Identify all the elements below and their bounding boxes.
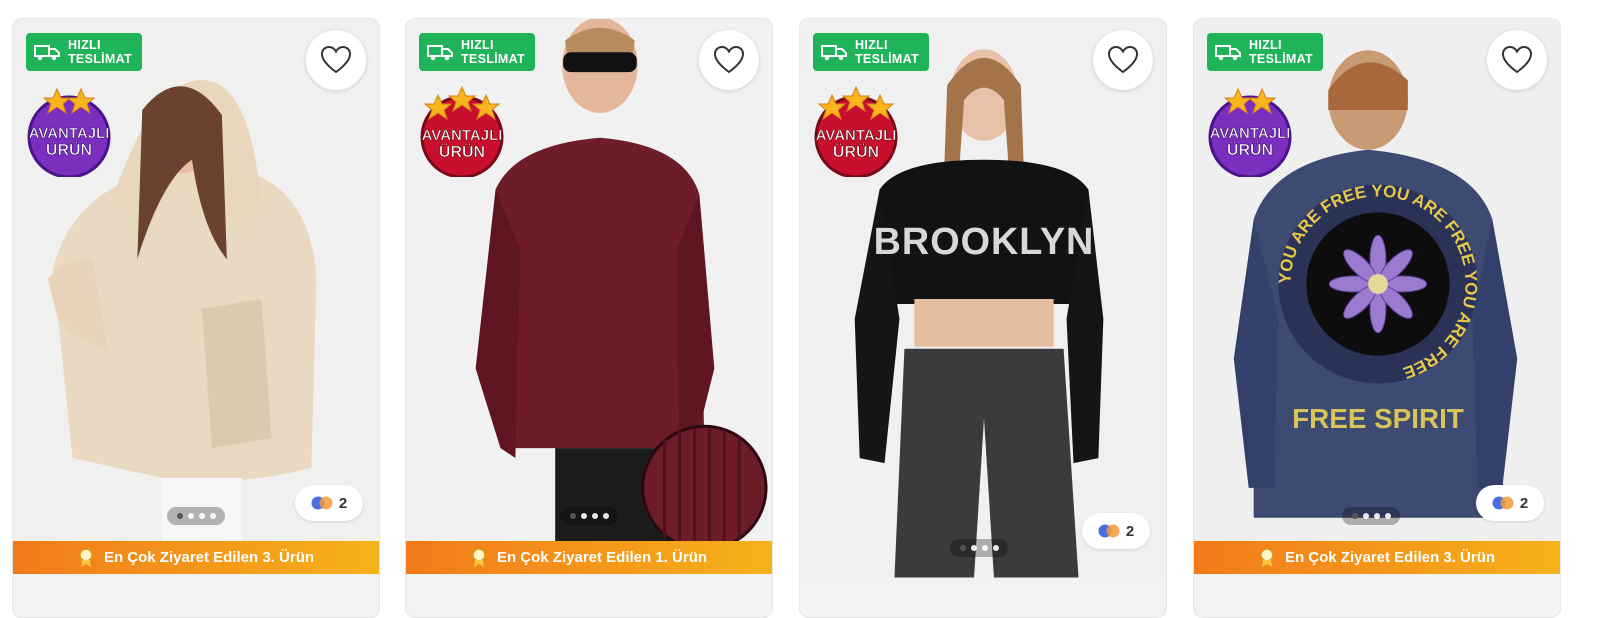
ribbon-text: En Çok Ziyaret Edilen 3. Ürün [1284,549,1496,566]
fast-delivery-line2: TESLİMAT [855,52,919,66]
favorite-button[interactable] [306,30,366,90]
image-pager[interactable] [560,507,618,525]
image-pager[interactable] [1342,507,1400,525]
advantage-badge: AVANTAJLI ÜRÜN [27,87,111,177]
fast-delivery-line2: TESLİMAT [1249,52,1313,66]
favorite-button[interactable] [699,30,759,90]
image-pager[interactable] [167,507,225,525]
image-pager[interactable] [950,539,1008,557]
most-visited-ribbon: En Çok Ziyaret Edilen 3. Ürün [1194,541,1560,574]
truck-icon [821,45,847,61]
color-swatch-icon [311,496,333,510]
color-options-button[interactable]: 2 [1082,513,1150,549]
color-options-button[interactable]: 2 [1476,485,1544,521]
medal-icon [472,547,486,567]
favorite-button[interactable] [1487,30,1547,90]
truck-icon [34,45,60,61]
color-count: 2 [338,494,348,512]
fast-delivery-line1: HIZLI [68,38,101,52]
ribbon-text: En Çok Ziyaret Edilen 3. Ürün [103,549,315,566]
most-visited-ribbon: En Çok Ziyaret Edilen 3. Ürün [13,541,379,574]
heart-icon [1107,45,1139,74]
favorite-button[interactable] [1093,30,1153,90]
badge-line2: ÜRÜN [1227,140,1273,159]
product-card-1[interactable]: HIZLI TESLİMAT AVANTAJLI ÜRÜN 2 En Çok Z… [12,18,380,618]
fast-delivery-line2: TESLİMAT [461,52,525,66]
badge-line2: ÜRÜN [439,142,485,161]
ribbon-text: En Çok Ziyaret Edilen 1. Ürün [496,549,708,566]
fast-delivery-badge: HIZLI TESLİMAT [1207,33,1323,71]
color-count: 2 [1519,494,1529,512]
fast-delivery-line1: HIZLI [855,38,888,52]
heart-icon [320,45,352,74]
badge-line2: ÜRÜN [833,142,879,161]
color-options-button[interactable]: 2 [295,485,363,521]
most-visited-ribbon: En Çok Ziyaret Edilen 1. Ürün [406,541,772,574]
color-swatch-icon [1492,496,1514,510]
advantage-badge: AVANTAJLI ÜRÜN [1208,87,1292,177]
product-card-3[interactable]: BROOKLYN HIZLI TESLİMAT AVANTAJLI ÜRÜN 2 [799,18,1167,618]
medal-icon [1260,547,1274,567]
advantage-badge: AVANTAJLI ÜRÜN [420,85,504,177]
badge-line1: AVANTAJLI [816,127,897,144]
product-card-2[interactable]: HIZLI TESLİMAT AVANTAJLI ÜRÜN En Çok Ziy… [405,18,773,618]
medal-icon [79,547,93,567]
advantage-badge: AVANTAJLI ÜRÜN [814,85,898,177]
fast-delivery-badge: HIZLI TESLİMAT [26,33,142,71]
fast-delivery-badge: HIZLI TESLİMAT [813,33,929,71]
color-count: 2 [1125,522,1135,540]
fast-delivery-badge: HIZLI TESLİMAT [419,33,535,71]
heart-icon [713,45,745,74]
badge-line1: AVANTAJLI [29,125,110,142]
fast-delivery-line2: TESLİMAT [68,52,132,66]
color-swatch-icon [1098,524,1120,538]
fast-delivery-line1: HIZLI [461,38,494,52]
badge-line1: AVANTAJLI [1210,125,1291,142]
truck-icon [427,45,453,61]
print-free-spirit: FREE SPIRIT [1292,403,1464,434]
badge-line2: ÜRÜN [46,140,92,159]
fast-delivery-line1: HIZLI [1249,38,1282,52]
badge-line1: AVANTAJLI [422,127,503,144]
print-brooklyn: BROOKLYN [874,221,1095,263]
truck-icon [1215,45,1241,61]
heart-icon [1501,45,1533,74]
product-card-4[interactable]: YOU ARE FREE YOU ARE FREE YOU ARE FREE F… [1193,18,1561,618]
